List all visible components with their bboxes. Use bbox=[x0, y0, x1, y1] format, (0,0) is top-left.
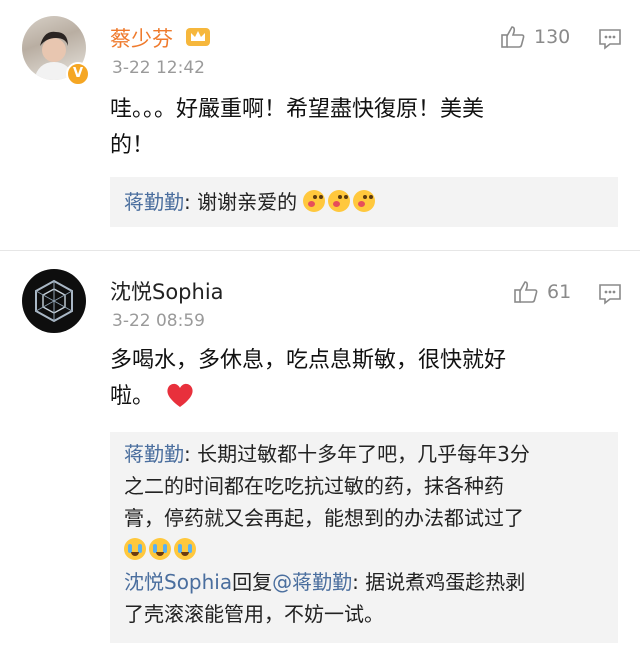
comment-time: 3-22 08:59 bbox=[112, 311, 205, 331]
comment-item: V 蔡少芬 3-22 12:42 130 哇。。。好嚴重啊！希望盡快復原！美美 … bbox=[0, 0, 640, 250]
thumbs-up-icon bbox=[514, 281, 538, 303]
like-count: 130 bbox=[534, 26, 571, 48]
reply-item[interactable]: 沈悦Sophia回复@蒋勤勤: 据说煮鸡蛋趁热剥 了壳滚滚能管用，不妨一试。 bbox=[110, 564, 618, 630]
mention-link[interactable]: @蒋勤勤 bbox=[272, 570, 352, 594]
comment-bubble-icon[interactable] bbox=[598, 28, 622, 54]
reply-item[interactable]: 蒋勤勤: 长期过敏都十多年了吧，几乎每年3分 之二的时间都在吃吃抗过敏的药，抹各… bbox=[110, 432, 618, 564]
crying-emoji-icon bbox=[124, 538, 146, 560]
reply-box: 蒋勤勤: 长期过敏都十多年了吧，几乎每年3分 之二的时间都在吃吃抗过敏的药，抹各… bbox=[110, 432, 618, 643]
red-heart-icon bbox=[167, 383, 193, 407]
kiss-emoji-icon bbox=[303, 190, 326, 212]
like-button[interactable]: 61 bbox=[513, 279, 571, 305]
comment-item: 沈悦Sophia 3-22 08:59 61 多喝水，多休息，吃点息斯敏，很快就… bbox=[0, 251, 640, 651]
kiss-emoji-icon bbox=[328, 190, 351, 212]
reply-author[interactable]: 沈悦Sophia bbox=[124, 570, 232, 594]
avatar[interactable] bbox=[22, 269, 86, 333]
reply-author[interactable]: 蒋勤勤 bbox=[124, 442, 184, 466]
comment-bubble-icon[interactable] bbox=[598, 283, 622, 309]
reply-author[interactable]: 蒋勤勤 bbox=[124, 190, 184, 214]
comment-text-line: 啦。 bbox=[110, 379, 590, 415]
comment-text-line: 的！ bbox=[110, 133, 155, 158]
crown-icon bbox=[184, 24, 212, 52]
like-count: 61 bbox=[547, 281, 572, 303]
comment-time: 3-22 12:42 bbox=[112, 58, 205, 78]
reply-item[interactable]: 蒋勤勤: 谢谢亲爱的 bbox=[110, 177, 618, 218]
kiss-emoji-icon bbox=[353, 190, 376, 212]
comment-text-line: 哇。。。好嚴重啊！希望盡快復原！美美 bbox=[110, 97, 485, 122]
comment-text: 哇。。。好嚴重啊！希望盡快復原！美美 的！ bbox=[110, 92, 590, 164]
reply-sep: : bbox=[184, 190, 198, 214]
like-button[interactable]: 130 bbox=[500, 24, 570, 50]
comment-text-line: 多喝水，多休息，吃点息斯敏，很快就好 bbox=[110, 348, 507, 373]
user-name[interactable]: 蔡少芬 bbox=[110, 23, 173, 53]
verified-icon: V bbox=[66, 62, 90, 86]
crying-emoji-icon bbox=[149, 538, 171, 560]
crying-emoji-icon bbox=[174, 538, 196, 560]
comment-text: 多喝水，多休息，吃点息斯敏，很快就好 啦。 bbox=[110, 343, 590, 415]
reply-box: 蒋勤勤: 谢谢亲爱的 bbox=[110, 177, 618, 227]
reply-text: 谢谢亲爱的 bbox=[197, 190, 298, 214]
user-name[interactable]: 沈悦Sophia bbox=[110, 276, 224, 306]
thumbs-up-icon bbox=[501, 26, 525, 48]
